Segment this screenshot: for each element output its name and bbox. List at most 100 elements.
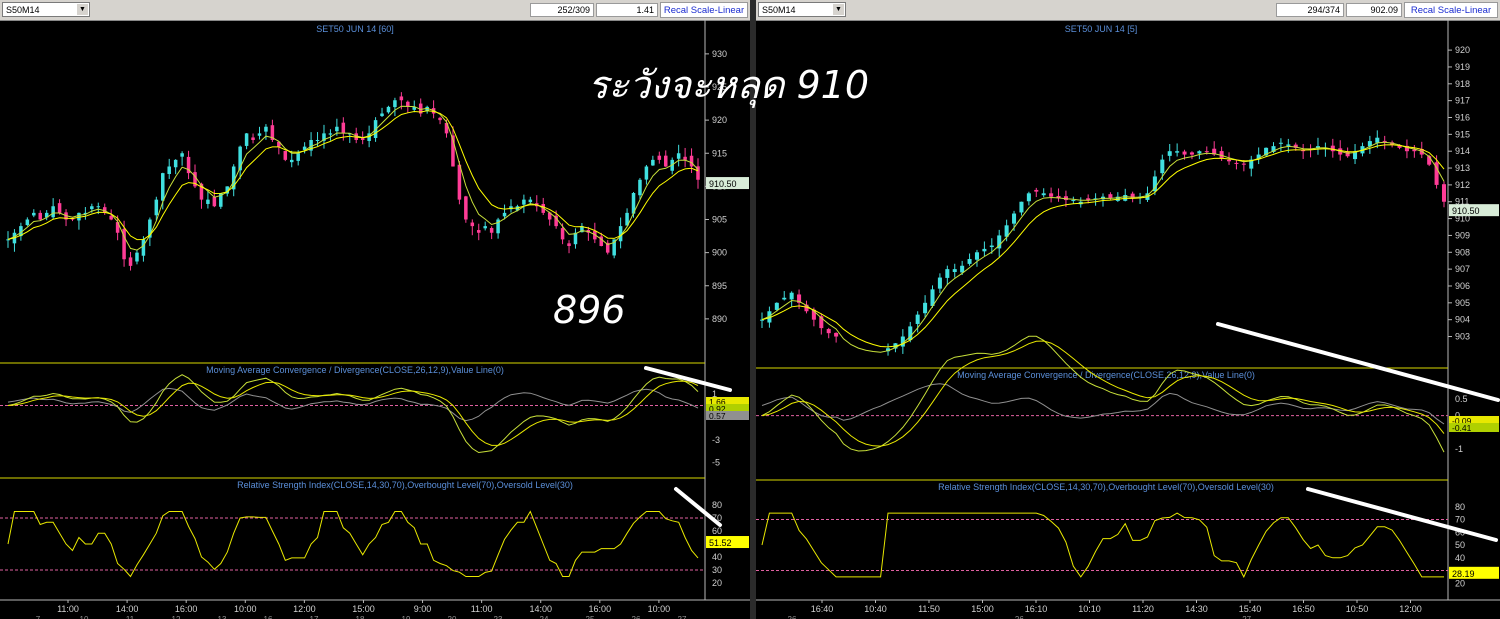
symbol-select[interactable]: S50M14 ▼ bbox=[2, 2, 90, 17]
price-candle bbox=[759, 312, 765, 328]
price-candle bbox=[1175, 143, 1180, 157]
candle-body bbox=[244, 133, 249, 146]
candle-body bbox=[180, 153, 184, 157]
price-candle bbox=[982, 241, 987, 257]
candle-body bbox=[32, 212, 36, 216]
candle-body bbox=[952, 269, 957, 272]
price-candle bbox=[593, 222, 597, 244]
time-tick-label: 10:40 bbox=[864, 604, 887, 614]
trend-annotation-line bbox=[1306, 487, 1498, 542]
candle-body bbox=[1019, 201, 1024, 213]
price-candle bbox=[489, 226, 494, 240]
price-candle bbox=[1301, 143, 1306, 159]
price-candle bbox=[1404, 139, 1409, 159]
macd-tick-label: -1 bbox=[1455, 444, 1463, 454]
price-tick-label: 918 bbox=[1455, 79, 1470, 89]
candle-body bbox=[528, 199, 533, 203]
candle-body bbox=[923, 302, 928, 314]
price-candle bbox=[386, 105, 391, 114]
candle-body bbox=[826, 329, 831, 334]
price-tick-label: 916 bbox=[1455, 113, 1470, 123]
candle-body bbox=[393, 100, 397, 108]
last-price-label: 910.50 bbox=[1452, 206, 1480, 216]
candle-body bbox=[489, 228, 494, 233]
time-tick-label: 11:20 bbox=[1132, 604, 1154, 614]
recal-scale-button[interactable]: Recal Scale-Linear bbox=[660, 2, 748, 18]
price-candle bbox=[1123, 188, 1128, 202]
candle-body bbox=[135, 252, 139, 262]
price-chart-title: SET50 JUN 14 [60] bbox=[316, 24, 394, 34]
candle-body bbox=[128, 257, 133, 266]
price-candle bbox=[173, 159, 178, 175]
candle-body bbox=[1441, 184, 1447, 202]
date-tick-label: 10 bbox=[80, 615, 89, 619]
time-tick-label: 12:00 bbox=[293, 604, 316, 614]
price-tick-label: 890 bbox=[712, 314, 727, 324]
time-tick-label: 12:00 bbox=[1399, 604, 1422, 614]
candle-body bbox=[328, 133, 333, 135]
candle-body bbox=[38, 212, 42, 220]
time-tick-label: 14:00 bbox=[529, 604, 552, 614]
time-tick-label: 11:00 bbox=[57, 604, 79, 614]
rsi-tick-label: 40 bbox=[1455, 553, 1465, 563]
chevron-down-icon[interactable]: ▼ bbox=[833, 4, 844, 15]
candle-body bbox=[1034, 189, 1039, 192]
candle-body bbox=[1123, 195, 1128, 201]
candle-body bbox=[644, 166, 649, 180]
price-candle bbox=[38, 210, 42, 221]
price-candle bbox=[257, 126, 262, 140]
candle-body bbox=[360, 138, 365, 140]
time-tick-label: 14:00 bbox=[116, 604, 139, 614]
time-tick-label: 16:50 bbox=[1292, 604, 1315, 614]
candle-body bbox=[257, 133, 262, 136]
candle-body bbox=[1375, 137, 1380, 143]
price-candle bbox=[1026, 191, 1031, 206]
rsi-tick-label: 80 bbox=[712, 500, 722, 510]
price-candle bbox=[1049, 187, 1054, 203]
ma-slow-line bbox=[7, 110, 699, 241]
candle-body bbox=[335, 126, 339, 132]
candle-body bbox=[315, 140, 320, 141]
price-candle bbox=[567, 240, 571, 254]
recal-scale-button[interactable]: Recal Scale-Linear bbox=[1404, 2, 1498, 18]
candle-body bbox=[1204, 151, 1209, 153]
candle-body bbox=[1026, 193, 1031, 202]
candle-body bbox=[1219, 151, 1224, 158]
price-candle bbox=[937, 273, 942, 294]
candle-body bbox=[57, 203, 62, 213]
date-tick-label: 13 bbox=[218, 615, 227, 619]
date-tick-label: 26 bbox=[632, 615, 641, 619]
date-tick-label: 24 bbox=[540, 615, 549, 619]
annotation-warning: ระวังจะหลุด 910 bbox=[588, 63, 870, 107]
candle-body bbox=[937, 277, 942, 289]
chevron-down-icon[interactable]: ▼ bbox=[77, 4, 88, 15]
time-tick-label: 10:50 bbox=[1346, 604, 1369, 614]
macd-tick-label: -5 bbox=[712, 458, 720, 468]
candle-body bbox=[1108, 194, 1113, 199]
price-candle bbox=[283, 150, 288, 162]
candle-body bbox=[689, 155, 694, 167]
price-tick-label: 913 bbox=[1455, 163, 1470, 173]
candle-body bbox=[974, 252, 979, 260]
candle-body bbox=[483, 226, 487, 229]
candle-body bbox=[1227, 159, 1232, 162]
candle-body bbox=[657, 155, 662, 160]
candle-body bbox=[960, 265, 965, 273]
price-candle bbox=[886, 343, 891, 356]
candle-body bbox=[1197, 151, 1202, 154]
price-tick-label: 905 bbox=[1455, 298, 1470, 308]
symbol-select[interactable]: S50M14 ▼ bbox=[758, 2, 846, 17]
price-candle bbox=[657, 151, 662, 164]
date-tick-label: 25 bbox=[586, 615, 595, 619]
candle-body bbox=[51, 206, 55, 218]
candle-body bbox=[1167, 151, 1172, 156]
time-tick-label: 15:40 bbox=[1239, 604, 1262, 614]
price-tick-label: 920 bbox=[712, 115, 727, 125]
price-candle bbox=[696, 158, 700, 189]
price-tick-label: 920 bbox=[1455, 45, 1470, 55]
price-candle bbox=[186, 150, 191, 180]
candle-body bbox=[264, 126, 268, 132]
date-tick-label: 17 bbox=[310, 615, 319, 619]
date-tick-label: 16 bbox=[264, 615, 273, 619]
price-candle bbox=[683, 147, 687, 168]
